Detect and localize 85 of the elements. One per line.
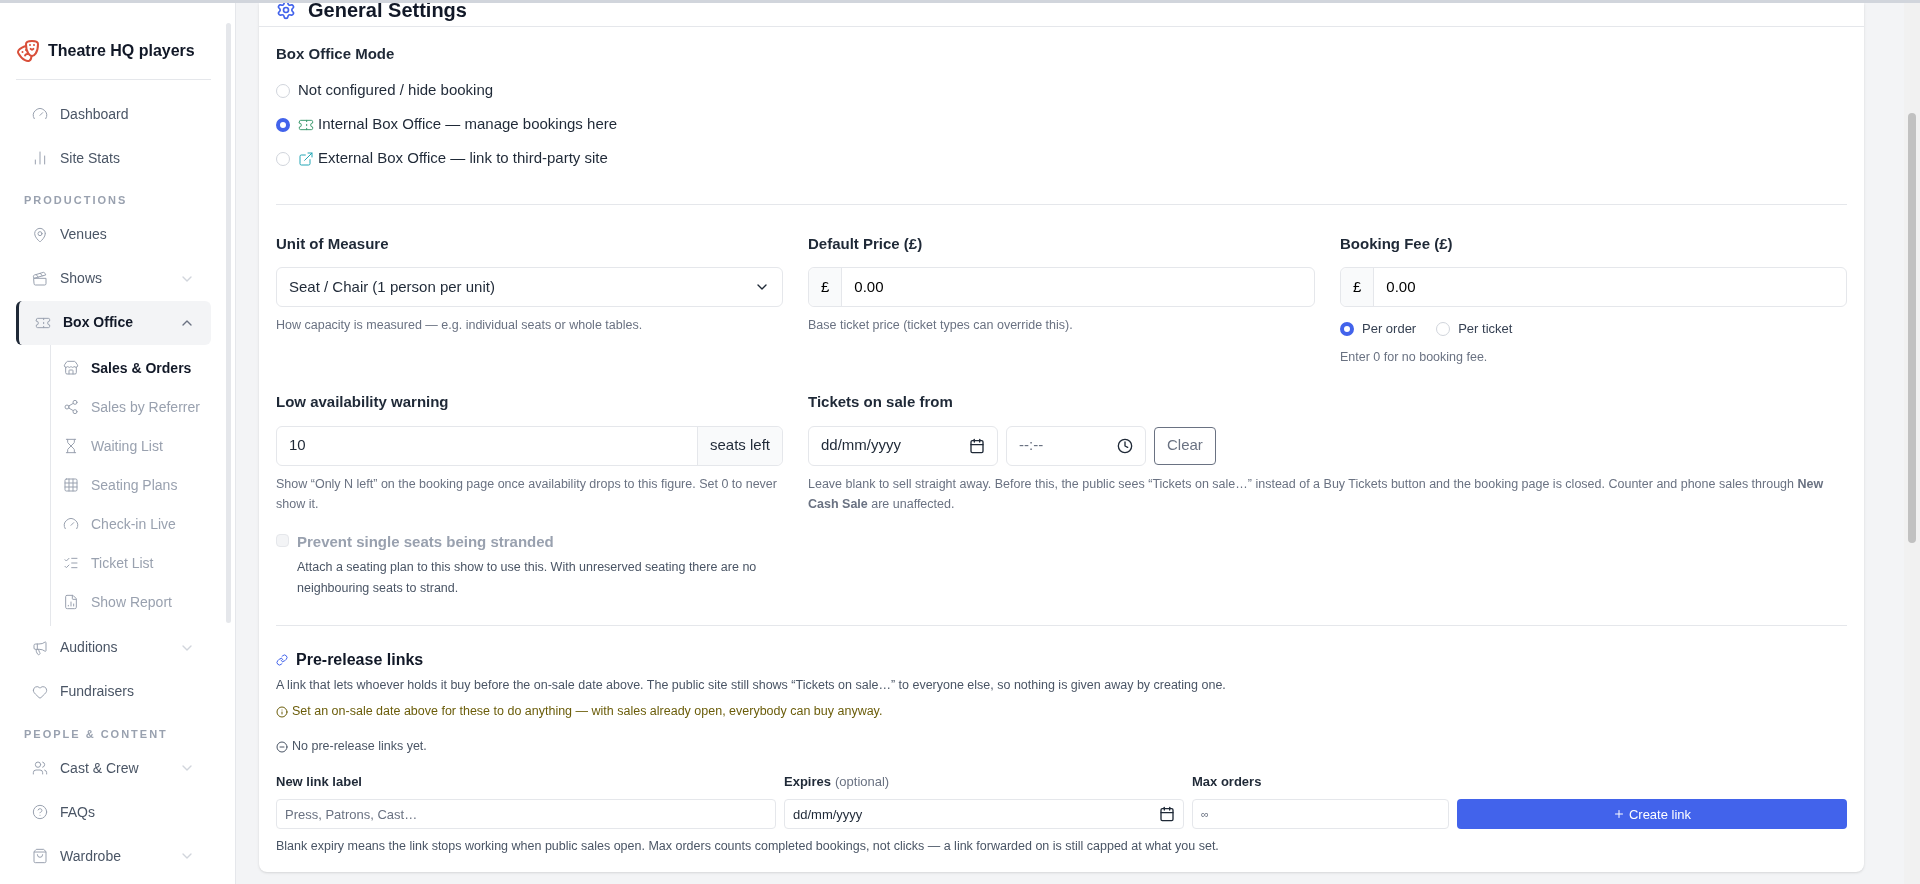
radio-label: Not configured / hide booking bbox=[298, 80, 494, 101]
section-title: Pre-release links bbox=[296, 649, 424, 670]
threshold-field[interactable]: 10 seats left bbox=[276, 425, 783, 466]
scrollbar[interactable] bbox=[226, 23, 231, 623]
share-icon bbox=[63, 399, 79, 415]
nav-item[interactable]: Venues bbox=[16, 212, 211, 257]
radio-button[interactable] bbox=[276, 117, 290, 132]
gear-icon bbox=[276, 3, 296, 20]
unit-suffix: seats left bbox=[696, 426, 782, 465]
calendar-icon bbox=[969, 437, 985, 454]
section-heading: PRODUCTIONS bbox=[23, 193, 129, 208]
section-heading: PEOPLE & CONTENT bbox=[23, 726, 169, 742]
optional-note: (optional) bbox=[835, 772, 890, 791]
create-link-button[interactable]: Create link bbox=[1457, 799, 1847, 830]
checklist-icon bbox=[63, 555, 79, 571]
gauge-icon bbox=[32, 106, 48, 122]
help-text: Blank expiry means the link stops working when public sales open. Max orders counts completed bookings, not clicks — a link forwarded on is still capped at what you set. bbox=[276, 838, 1220, 856]
field-label: Tickets on sale from bbox=[808, 392, 954, 413]
minus-circle-icon bbox=[276, 740, 288, 753]
map-pin-icon bbox=[32, 226, 48, 243]
bar-chart-icon bbox=[32, 150, 48, 166]
page-scrollbar[interactable] bbox=[1904, 3, 1920, 884]
checkbox-label: Prevent single seats being stranded bbox=[297, 531, 555, 552]
mode-label: Box Office Mode bbox=[276, 44, 396, 64]
theatre-masks-icon bbox=[16, 39, 40, 63]
date-field[interactable]: dd/mm/yyyy bbox=[808, 425, 998, 466]
heart-icon bbox=[32, 683, 48, 700]
help-text: Leave blank to sell straight away. Before this, the public sees “Tickets on sale…” instead of a Buy Tickets button and the booking page is closed. Counter and phone sales through New Cash Sale are unaffected. bbox=[808, 475, 1825, 514]
radio-label: Per ticket bbox=[1458, 320, 1513, 338]
empty-state-text: No pre-release links yet. bbox=[292, 738, 427, 756]
max-orders-field[interactable]: ∞ bbox=[1192, 799, 1449, 830]
nav-item[interactable]: Fundraisers bbox=[16, 669, 211, 714]
link-icon bbox=[276, 653, 288, 666]
radio-label: Internal Box Office — manage bookings here bbox=[318, 114, 618, 135]
help-text: How capacity is measured — e.g. individual seats or whole tables. bbox=[276, 317, 644, 334]
external-link-icon bbox=[298, 150, 314, 167]
calendar-icon bbox=[1159, 806, 1175, 823]
expiry-date-field[interactable]: dd/mm/yyyy bbox=[784, 799, 1184, 830]
field-label: Expires bbox=[784, 772, 831, 791]
fee-field[interactable]: £ 0.00 bbox=[1340, 267, 1847, 307]
field-label: Booking Fee (£) bbox=[1340, 233, 1454, 254]
help-text: Show “Only N left” on the booking page once availability drops to this figure. Set 0 to never show it. bbox=[276, 475, 778, 514]
unit-select[interactable]: Seat / Chair (1 person per unit) bbox=[276, 267, 783, 307]
help-text: Base ticket price (ticket types can override this). bbox=[808, 317, 1074, 334]
radio-label: External Box Office — link to third-party site bbox=[318, 148, 608, 169]
gauge-icon bbox=[63, 516, 79, 532]
brand-name: Theatre HQ players bbox=[48, 41, 195, 61]
description-text: A link that lets whoever holds it buy before the on-sale date above. The public site still shows “Tickets on sale…” to everyone else, so nothing is given away by creating one. bbox=[276, 676, 1227, 694]
link-label-field[interactable]: Press, Patrons, Cast… bbox=[276, 799, 776, 830]
field-label: Low availability warning bbox=[276, 392, 450, 413]
nav-item[interactable]: Shows bbox=[16, 256, 211, 301]
warning-text: Set an on-sale date above for these to do anything — with sales already open, everybody can buy anyway. bbox=[292, 703, 883, 721]
field-label: Max orders bbox=[1192, 772, 1263, 791]
nav-item[interactable]: Cast & Crew bbox=[16, 746, 211, 790]
store-icon bbox=[63, 360, 79, 376]
clock-icon bbox=[1117, 437, 1133, 454]
clear-button[interactable]: Clear bbox=[1154, 426, 1216, 465]
megaphone-icon bbox=[32, 639, 48, 656]
grid-icon bbox=[63, 477, 79, 493]
info-icon bbox=[276, 705, 288, 718]
radio-button[interactable] bbox=[1340, 321, 1354, 336]
field-label: Default Price (£) bbox=[808, 233, 924, 254]
nav-item[interactable]: Site Stats bbox=[16, 136, 211, 180]
currency-prefix: £ bbox=[809, 268, 843, 306]
plus-icon bbox=[1612, 808, 1625, 821]
time-field[interactable]: --:-- bbox=[1006, 425, 1146, 466]
field-label: New link label bbox=[276, 772, 363, 791]
radio-label: Per order bbox=[1362, 320, 1417, 338]
users-icon bbox=[32, 760, 48, 776]
help-text: Enter 0 for no booking fee. bbox=[1340, 348, 1489, 366]
sub-nav-item[interactable]: Sales & Orders bbox=[51, 348, 211, 388]
nav-item[interactable]: Wardrobe bbox=[16, 834, 211, 878]
report-icon bbox=[63, 594, 79, 610]
help-text: Attach a seating plan to this show to use this. With unreserved seating there are no neighbouring seats to strand. bbox=[297, 559, 758, 597]
bag-icon bbox=[32, 848, 48, 864]
nav-item[interactable]: FAQs bbox=[16, 790, 211, 834]
clapperboard-icon bbox=[32, 270, 48, 287]
field-label: Unit of Measure bbox=[276, 233, 390, 254]
nav-item[interactable]: Box Office bbox=[16, 300, 211, 345]
nav-item[interactable]: Auditions bbox=[16, 625, 211, 670]
price-field[interactable]: £ 0.00 bbox=[808, 267, 1315, 307]
nav-item[interactable]: Dashboard bbox=[16, 92, 211, 136]
currency-prefix: £ bbox=[1341, 268, 1375, 306]
help-icon bbox=[32, 804, 48, 820]
hourglass-icon bbox=[63, 438, 79, 454]
